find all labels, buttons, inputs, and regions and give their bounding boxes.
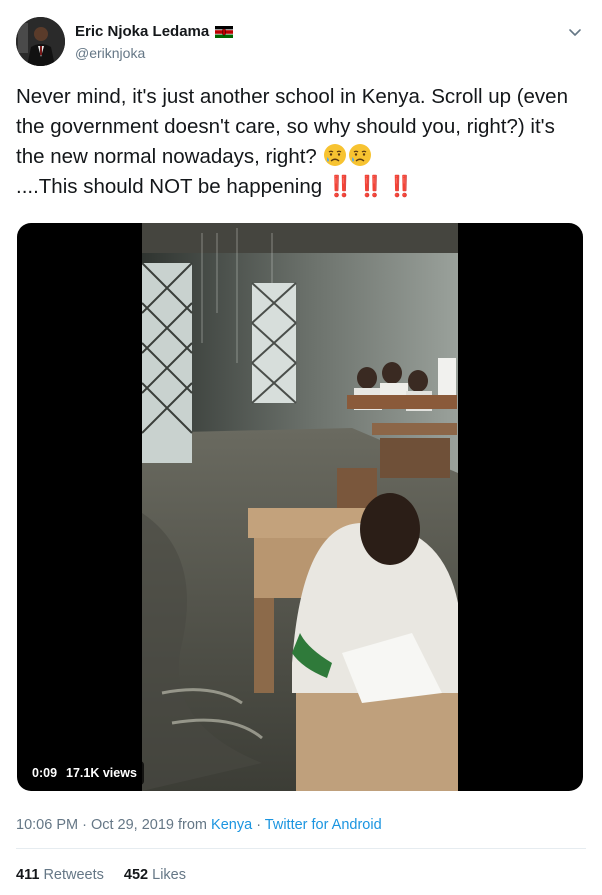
video-info-badge: 0:09 17.1K views	[25, 761, 144, 785]
user-name[interactable]: Eric Njoka Ledama	[75, 23, 209, 40]
video-duration: 0:09	[32, 766, 58, 780]
user-name-row: Eric Njoka Ledama	[75, 23, 234, 40]
likes-label: Likes	[152, 867, 186, 883]
video-player[interactable]: 0:09 17.1K views	[17, 223, 583, 791]
avatar[interactable]	[16, 17, 65, 66]
retweets-stat[interactable]: 411 Retweets	[16, 867, 104, 883]
tweet-stats: 411 Retweets 452 Likes	[16, 867, 186, 883]
user-handle[interactable]: @eriknjoka	[75, 45, 145, 61]
video-thumbnail	[142, 223, 458, 791]
double-exclamation-icon: ‼️	[388, 175, 414, 198]
retweets-count: 411	[16, 867, 40, 883]
retweets-label: Retweets	[43, 867, 104, 883]
chevron-down-icon[interactable]	[567, 24, 583, 40]
disappointed-relieved-face-icon	[323, 144, 346, 166]
client-link[interactable]: Twitter for Android	[265, 817, 382, 833]
double-exclamation-icon: ‼️	[327, 175, 354, 198]
video-views: 17.1K views	[66, 766, 137, 780]
tweet-text-main: Never mind, it's just another school in …	[16, 85, 574, 168]
disappointed-relieved-face-icon	[348, 144, 371, 166]
double-exclamation-icon: ‼️	[358, 175, 384, 198]
tweet-text: Never mind, it's just another school in …	[16, 82, 588, 202]
tweet-card: Eric Njoka Ledama @eriknjoka Never mind,…	[0, 0, 602, 895]
location-link[interactable]: Kenya	[211, 817, 252, 833]
likes-count: 452	[123, 867, 149, 883]
meta-separator: ·	[252, 817, 265, 833]
tweet-text-tail: ....This should NOT be happening	[16, 175, 323, 198]
likes-stat[interactable]: 452 Likes	[124, 867, 186, 883]
tweet-timestamp[interactable]: 10:06 PM · Oct 29, 2019 from	[16, 817, 211, 833]
tweet-meta: 10:06 PM · Oct 29, 2019 from Kenya · Twi…	[16, 817, 382, 833]
divider	[16, 848, 586, 849]
kenya-flag-icon	[215, 25, 234, 38]
